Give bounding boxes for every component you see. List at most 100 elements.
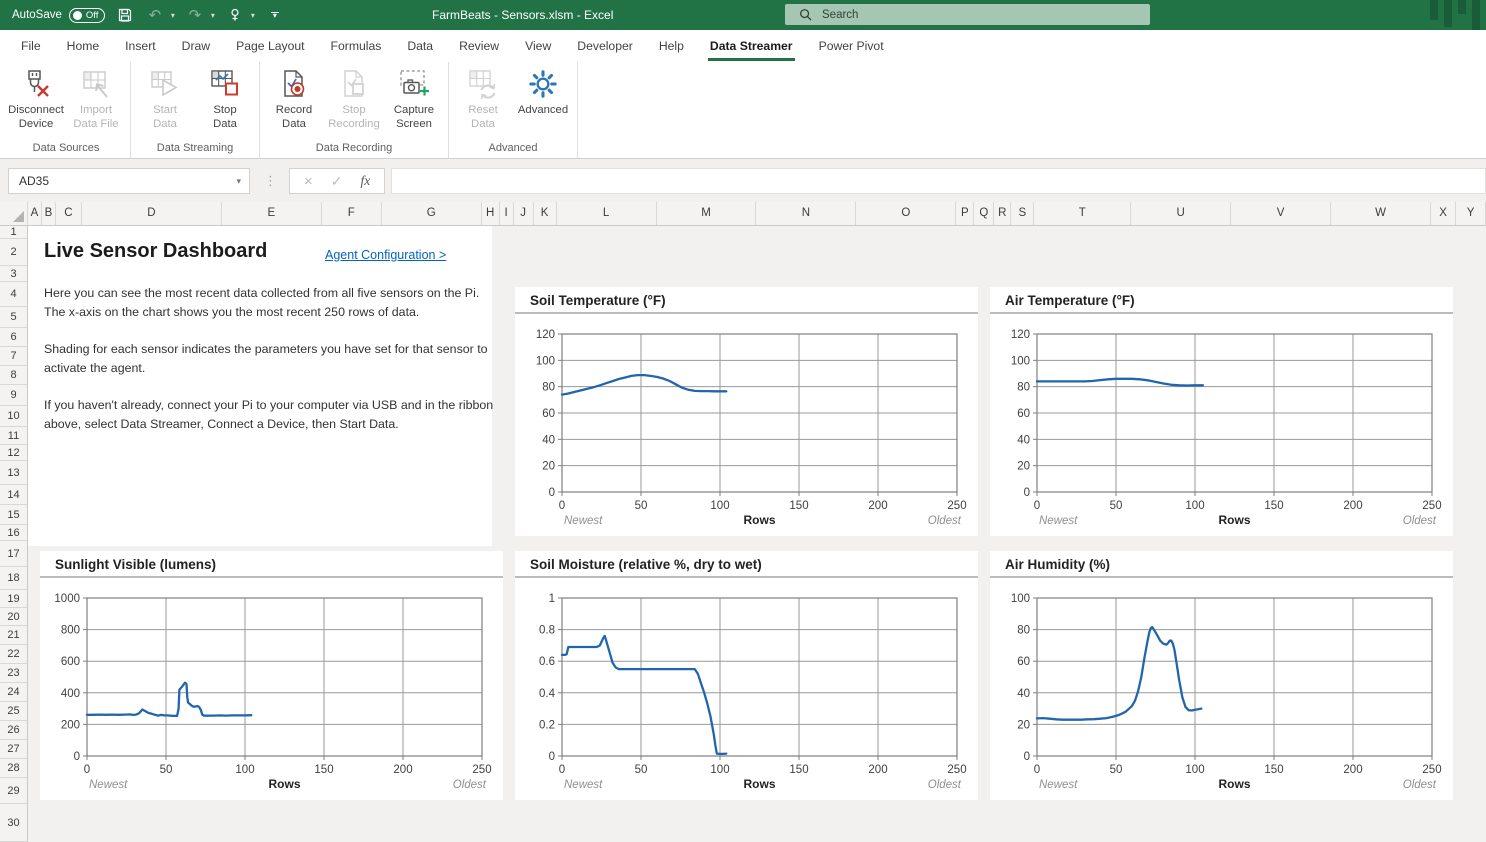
ribbon-tab-page-layout[interactable]: Page Layout xyxy=(223,30,317,62)
row-header-10[interactable]: 10 xyxy=(0,406,27,427)
ribbon-tab-home[interactable]: Home xyxy=(54,30,113,62)
row-header-27[interactable]: 27 xyxy=(0,740,27,759)
air-temperature-chart[interactable]: 020406080100120050100150200250NewestRows… xyxy=(990,314,1453,536)
row-header-2[interactable]: 2 xyxy=(0,239,27,266)
ribbon-tab-power-pivot[interactable]: Power Pivot xyxy=(806,30,897,62)
column-header-Q[interactable]: Q xyxy=(974,202,994,225)
capture-screen-button[interactable]: CaptureScreen xyxy=(387,65,441,138)
save-button[interactable] xyxy=(115,4,135,26)
ribbon-tab-review[interactable]: Review xyxy=(446,30,512,62)
ribbon-tab-data-streamer[interactable]: Data Streamer xyxy=(697,30,806,62)
row-header-25[interactable]: 25 xyxy=(0,702,27,721)
column-header-R[interactable]: R xyxy=(994,202,1011,225)
row-header-26[interactable]: 26 xyxy=(0,721,27,740)
row-header-19[interactable]: 19 xyxy=(0,590,27,608)
column-header-Y[interactable]: Y xyxy=(1456,202,1486,225)
row-header-9[interactable]: 9 xyxy=(0,385,27,406)
chart-panel-air-humidity[interactable]: Air Humidity (%) 02040608010005010015020… xyxy=(990,551,1453,800)
select-all-corner[interactable] xyxy=(0,202,28,225)
soil-temperature-chart[interactable]: 020406080100120050100150200250NewestRows… xyxy=(515,314,978,536)
advanced-button[interactable]: Advanced xyxy=(516,65,570,138)
soil-moisture-chart[interactable]: 00.20.40.60.81050100150200250NewestRowsO… xyxy=(515,578,978,800)
ribbon-tab-insert[interactable]: Insert xyxy=(112,30,168,62)
chart-panel-air-temperature[interactable]: Air Temperature (°F) 0204060801001200501… xyxy=(990,287,1453,536)
column-header-L[interactable]: L xyxy=(557,202,657,225)
chart-panel-soil-temperature[interactable]: Soil Temperature (°F) 020406080100120050… xyxy=(515,287,978,536)
column-header-A[interactable]: A xyxy=(28,202,42,225)
row-header-17[interactable]: 17 xyxy=(0,541,27,567)
cancel-icon[interactable]: × xyxy=(304,173,313,190)
touch-mouse-mode-button[interactable] xyxy=(225,4,245,26)
name-box-input[interactable] xyxy=(9,174,209,188)
redo-button[interactable]: ↷ xyxy=(185,4,205,26)
insert-function-icon[interactable]: fx xyxy=(361,173,371,189)
autosave-toggle-pill[interactable]: Off xyxy=(69,8,105,23)
row-header-1[interactable]: 1 xyxy=(0,226,27,239)
ribbon-tab-data[interactable]: Data xyxy=(394,30,446,62)
row-header-18[interactable]: 18 xyxy=(0,567,27,590)
column-header-U[interactable]: U xyxy=(1131,202,1231,225)
name-box-dropdown-icon[interactable]: ▾ xyxy=(236,176,241,187)
column-header-V[interactable]: V xyxy=(1231,202,1331,225)
import-data-file-button[interactable]: ImportData File xyxy=(69,65,123,138)
stop-recording-button[interactable]: StopRecording xyxy=(327,65,381,138)
undo-dropdown-icon[interactable]: ▾ xyxy=(171,11,175,20)
ribbon-tab-draw[interactable]: Draw xyxy=(169,30,223,62)
enter-icon[interactable]: ✓ xyxy=(331,173,343,190)
reset-data-button[interactable]: ResetData xyxy=(456,65,510,138)
row-header-21[interactable]: 21 xyxy=(0,626,27,645)
sheet-grid[interactable]: Live Sensor Dashboard Agent Configuratio… xyxy=(28,226,1486,842)
column-header-M[interactable]: M xyxy=(657,202,757,225)
ribbon-tab-developer[interactable]: Developer xyxy=(564,30,646,62)
autosave-toggle[interactable]: AutoSave Off xyxy=(12,8,105,23)
row-header-4[interactable]: 4 xyxy=(0,282,27,307)
column-header-G[interactable]: G xyxy=(382,202,482,225)
column-header-J[interactable]: J xyxy=(514,202,534,225)
row-header-3[interactable]: 3 xyxy=(0,266,27,282)
row-header-12[interactable]: 12 xyxy=(0,445,27,461)
column-header-N[interactable]: N xyxy=(756,202,856,225)
row-header-8[interactable]: 8 xyxy=(0,366,27,385)
row-header-13[interactable]: 13 xyxy=(0,461,27,485)
row-header-7[interactable]: 7 xyxy=(0,347,27,366)
column-header-S[interactable]: S xyxy=(1011,202,1034,225)
column-header-W[interactable]: W xyxy=(1331,202,1431,225)
ribbon-tab-file[interactable]: File xyxy=(8,30,54,62)
search-input[interactable] xyxy=(822,9,1102,21)
row-header-11[interactable]: 11 xyxy=(0,427,27,445)
row-header-5[interactable]: 5 xyxy=(0,307,27,328)
customize-qat-button[interactable]: ▾ xyxy=(265,4,285,26)
row-header-30[interactable]: 30 xyxy=(0,804,27,842)
row-header-28[interactable]: 28 xyxy=(0,759,27,778)
column-header-P[interactable]: P xyxy=(956,202,974,225)
start-data-button[interactable]: StartData xyxy=(138,65,192,138)
ribbon-tab-help[interactable]: Help xyxy=(646,30,697,62)
row-header-15[interactable]: 15 xyxy=(0,505,27,525)
sunlight-visible-chart[interactable]: 02004006008001000050100150200250NewestRo… xyxy=(40,578,503,800)
column-header-O[interactable]: O xyxy=(856,202,956,225)
air-humidity-chart[interactable]: 020406080100050100150200250NewestRowsOld… xyxy=(990,578,1453,800)
row-header-14[interactable]: 14 xyxy=(0,485,27,505)
row-header-29[interactable]: 29 xyxy=(0,778,27,804)
row-header-24[interactable]: 24 xyxy=(0,683,27,702)
column-header-K[interactable]: K xyxy=(534,202,557,225)
column-header-I[interactable]: I xyxy=(500,202,514,225)
chart-panel-sunlight-visible[interactable]: Sunlight Visible (lumens) 02004006008001… xyxy=(40,551,503,800)
column-header-E[interactable]: E xyxy=(222,202,322,225)
column-header-X[interactable]: X xyxy=(1431,202,1456,225)
row-header-6[interactable]: 6 xyxy=(0,328,27,347)
row-header-16[interactable]: 16 xyxy=(0,525,27,541)
row-header-20[interactable]: 20 xyxy=(0,608,27,626)
column-header-C[interactable]: C xyxy=(56,202,82,225)
column-header-B[interactable]: B xyxy=(42,202,56,225)
row-header-23[interactable]: 23 xyxy=(0,664,27,683)
undo-button[interactable]: ↶ xyxy=(145,4,165,26)
search-box[interactable] xyxy=(785,4,1150,25)
chart-panel-soil-moisture[interactable]: Soil Moisture (relative %, dry to wet) 0… xyxy=(515,551,978,800)
row-header-22[interactable]: 22 xyxy=(0,645,27,664)
column-header-T[interactable]: T xyxy=(1034,202,1131,225)
record-data-button[interactable]: RecordData xyxy=(267,65,321,138)
disconnect-device-button[interactable]: DisconnectDevice xyxy=(9,65,63,138)
formula-input[interactable] xyxy=(392,169,1485,193)
ribbon-tab-view[interactable]: View xyxy=(512,30,564,62)
